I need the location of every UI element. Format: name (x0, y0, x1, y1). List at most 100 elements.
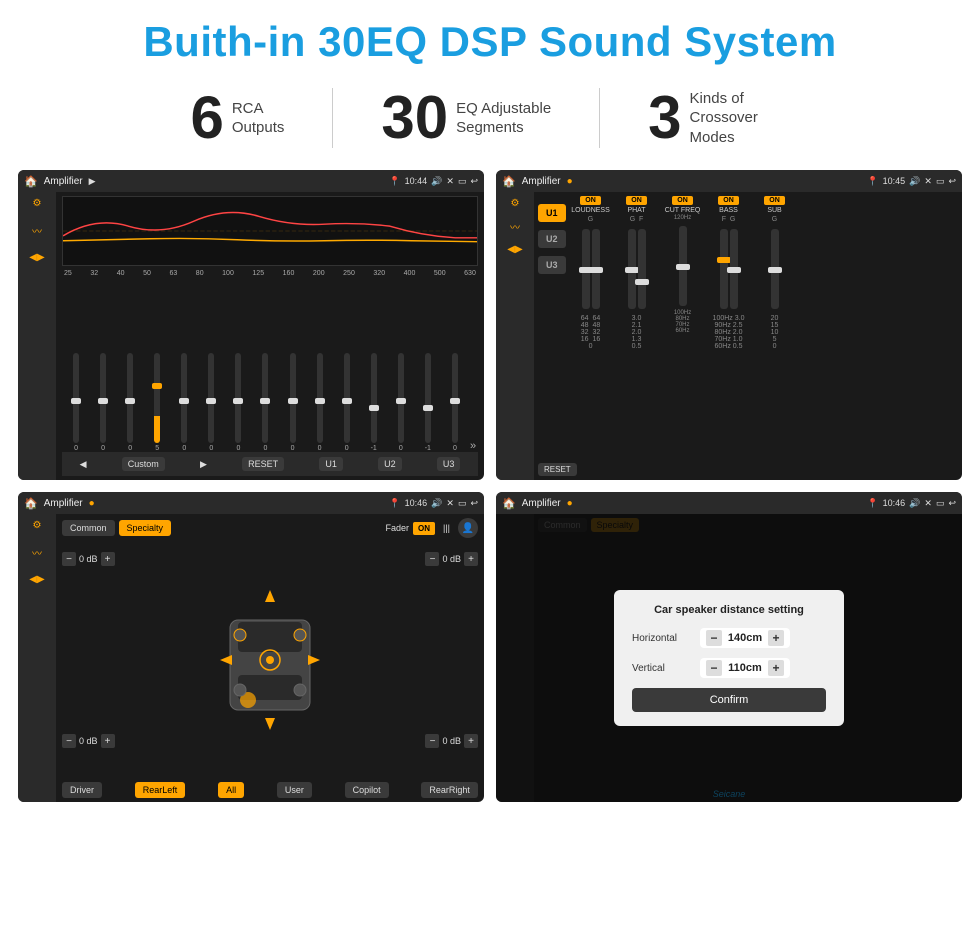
horizontal-plus[interactable]: + (768, 630, 784, 646)
custom-button[interactable]: Custom (122, 457, 165, 471)
dialog-screen-body: Common Specialty Car speaker distance se… (496, 514, 962, 802)
location-icon: 📍 (389, 176, 400, 187)
user-button[interactable]: User (277, 782, 312, 798)
stat-eq-number: 30 (381, 88, 448, 148)
crossover-location-icon: 📍 (867, 176, 878, 187)
db-minus-tr[interactable]: − (425, 552, 439, 566)
fader-sidebar-icon-3[interactable]: ◀▶ (29, 574, 44, 585)
prev-icon[interactable]: ◀ (80, 459, 87, 470)
back-icon[interactable]: ↩ (470, 176, 478, 187)
fader-on-toggle[interactable]: ON (413, 522, 435, 535)
db-minus-br[interactable]: − (425, 734, 439, 748)
crossover-main: U1 U2 U3 ON LOUDNESS G (534, 192, 962, 480)
crossover-back-icon[interactable]: ↩ (948, 176, 956, 187)
dialog-home-icon[interactable]: 🏠 (502, 497, 516, 510)
cutfreq-on-badge[interactable]: ON (672, 196, 693, 205)
eq-slider-1[interactable]: 0 (64, 353, 88, 452)
bass-on-badge[interactable]: ON (718, 196, 739, 205)
eq-slider-6[interactable]: 0 (199, 353, 223, 452)
next-icon[interactable]: ▶ (200, 459, 207, 470)
loudness-on-badge[interactable]: ON (580, 196, 601, 205)
eq-slider-3[interactable]: 0 (118, 353, 142, 452)
u1-button[interactable]: U1 (319, 457, 343, 471)
eq-slider-10[interactable]: 0 (308, 353, 332, 452)
fader-sidebar: ⚙ 〰 ◀▶ (18, 514, 56, 802)
all-button[interactable]: All (218, 782, 244, 798)
rearright-button[interactable]: RearRight (421, 782, 478, 798)
fader-speaker-icon: 🔊 (431, 498, 442, 509)
driver-button[interactable]: Driver (62, 782, 102, 798)
dialog-window-icon[interactable]: ▭ (936, 498, 945, 509)
crossover-x-icon[interactable]: ✕ (924, 176, 932, 187)
eq-slider-4[interactable]: 5 (145, 353, 169, 452)
u3-button[interactable]: U3 (437, 457, 461, 471)
fader-sidebar-icon-2[interactable]: 〰 (32, 545, 42, 560)
confirm-button[interactable]: Confirm (632, 688, 826, 712)
eq-sidebar-icon-3[interactable]: ◀▶ (29, 252, 44, 263)
reset-button[interactable]: RESET (242, 457, 284, 471)
vertical-minus[interactable]: − (706, 660, 722, 676)
eq-slider-11[interactable]: 0 (335, 353, 359, 452)
eq-freq-labels: 2532405063 80100125160200 25032040050063… (62, 270, 478, 277)
vertical-value: 110cm (726, 662, 764, 674)
fader-bars-icon: ||| (443, 523, 450, 533)
sub-on-badge[interactable]: ON (764, 196, 785, 205)
u3-select-button[interactable]: U3 (538, 256, 566, 274)
expand-icon[interactable]: » (470, 440, 476, 452)
fader-label: Fader (385, 523, 409, 533)
specialty-tab[interactable]: Specialty (119, 520, 172, 536)
crossover-home-icon[interactable]: 🏠 (502, 175, 516, 188)
fader-sidebar-icon-1[interactable]: ⚙ (33, 520, 42, 531)
dialog-back-icon[interactable]: ↩ (948, 498, 956, 509)
eq-slider-12[interactable]: -1 (362, 353, 386, 452)
dialog-screen-title: Amplifier (522, 498, 561, 509)
crossover-window-icon[interactable]: ▭ (936, 176, 945, 187)
db-minus-bl[interactable]: − (62, 734, 76, 748)
db-plus-bl[interactable]: + (101, 734, 115, 748)
fader-home-icon[interactable]: 🏠 (24, 497, 38, 510)
fader-x-icon[interactable]: ✕ (446, 498, 454, 509)
common-tab[interactable]: Common (62, 520, 115, 536)
vertical-plus[interactable]: + (768, 660, 784, 676)
crossover-sidebar-icon-1[interactable]: ⚙ (511, 198, 520, 209)
eq-graph (62, 196, 478, 266)
eq-slider-15[interactable]: 0 (443, 353, 467, 452)
horizontal-minus[interactable]: − (706, 630, 722, 646)
stat-crossover: 3 Kinds ofCrossover Modes (600, 88, 837, 148)
sub-control: ON SUB G 20 15 10 5 0 (754, 196, 796, 460)
db-value-tr: 0 dB (442, 554, 461, 564)
home-icon[interactable]: 🏠 (24, 175, 38, 188)
phat-on-badge[interactable]: ON (626, 196, 647, 205)
db-minus-tl[interactable]: − (62, 552, 76, 566)
window-icon[interactable]: ▭ (458, 176, 467, 187)
rearleft-button[interactable]: RearLeft (135, 782, 186, 798)
eq-sidebar-icon-1[interactable]: ⚙ (33, 198, 42, 209)
eq-slider-7[interactable]: 0 (226, 353, 250, 452)
dialog-x-icon[interactable]: ✕ (924, 498, 932, 509)
db-plus-tr[interactable]: + (464, 552, 478, 566)
eq-slider-13[interactable]: 0 (389, 353, 413, 452)
db-plus-tl[interactable]: + (101, 552, 115, 566)
db-plus-br[interactable]: + (464, 734, 478, 748)
copilot-button[interactable]: Copilot (345, 782, 389, 798)
db-value-tl: 0 dB (79, 554, 98, 564)
fader-window-icon[interactable]: ▭ (458, 498, 467, 509)
crossover-sidebar-icon-2[interactable]: 〰 (510, 219, 520, 234)
fader-back-icon[interactable]: ↩ (470, 498, 478, 509)
eq-slider-8[interactable]: 0 (253, 353, 277, 452)
eq-slider-5[interactable]: 0 (172, 353, 196, 452)
eq-slider-9[interactable]: 0 (281, 353, 305, 452)
x-icon[interactable]: ✕ (446, 176, 454, 187)
u2-button[interactable]: U2 (378, 457, 402, 471)
u1-select-button[interactable]: U1 (538, 204, 566, 222)
stat-crossover-label: Kinds ofCrossover Modes (690, 89, 790, 148)
crossover-reset-button[interactable]: RESET (538, 463, 577, 476)
crossover-sidebar-icon-3[interactable]: ◀▶ (507, 244, 522, 255)
eq-slider-14[interactable]: -1 (416, 353, 440, 452)
eq-slider-2[interactable]: 0 (91, 353, 115, 452)
db-control-tr: − 0 dB + (425, 552, 478, 566)
user-icon-button[interactable]: 👤 (458, 518, 478, 538)
u2-select-button[interactable]: U2 (538, 230, 566, 248)
eq-sidebar-icon-2[interactable]: 〰 (32, 223, 42, 238)
crossover-content: U1 U2 U3 ON LOUDNESS G (538, 196, 958, 460)
